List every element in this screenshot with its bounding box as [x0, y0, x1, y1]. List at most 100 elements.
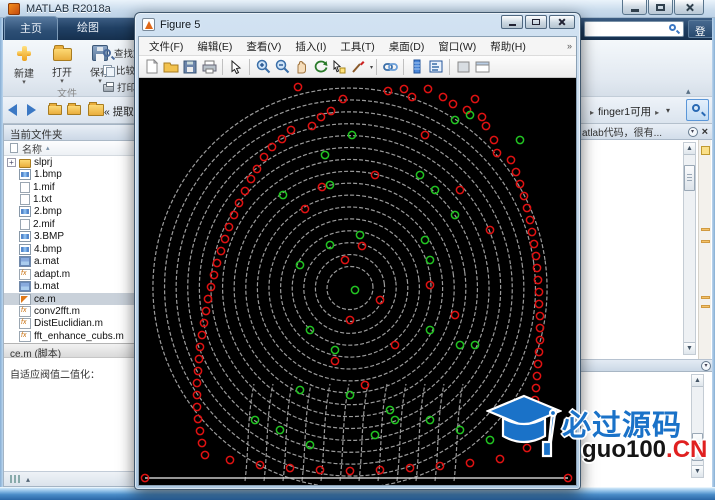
mat-file-icon — [19, 256, 31, 268]
compare-icon — [103, 64, 115, 77]
warning-tick-icon[interactable] — [701, 296, 710, 299]
ribbon-tab-绘图[interactable]: 绘图 — [62, 16, 114, 40]
new-figure-icon[interactable] — [143, 58, 161, 76]
minimize-button[interactable] — [622, 0, 647, 15]
sort-ascending-icon: ▴ — [46, 145, 50, 152]
compare-button[interactable]: 比较 — [103, 62, 135, 77]
editor-tab-close-icon[interactable]: × — [702, 126, 708, 138]
grip-icon — [10, 475, 22, 483]
file-list: + slprj 1.bmp 1.mif 1.txt 2.bmp 2.mif 3.BMP 4.bm… — [4, 156, 134, 343]
file-list-header[interactable]: 名称 ▴ — [4, 141, 134, 156]
edit-plot-icon[interactable] — [227, 58, 245, 76]
panel-menu-icon[interactable]: ▾ — [701, 360, 711, 371]
file-row[interactable]: 4.bmp — [4, 243, 134, 255]
figure-close-button[interactable] — [549, 15, 575, 29]
figure-window[interactable]: Figure 5 文件(F) 编辑(E) 查看(V) 插入(I) 工具(T) 桌面(D) 窗… — [134, 12, 581, 490]
file-row[interactable]: 2.bmp — [4, 206, 134, 218]
file-row[interactable]: conv2fft.m — [4, 305, 134, 317]
message-indicator-icon[interactable] — [701, 146, 710, 155]
hide-plot-tools-icon[interactable] — [454, 58, 472, 76]
editor-pane[interactable]: ▲ ▼ — [580, 140, 712, 359]
file-row[interactable]: 1.txt — [4, 193, 134, 206]
address-search-button[interactable] — [686, 99, 709, 121]
file-name: 2.bmp — [34, 206, 62, 218]
breadcrumb-folder-label[interactable]: finger1可用 — [598, 106, 651, 118]
file-row[interactable]: DistEuclidian.m — [4, 318, 134, 330]
panel-menu-icon[interactable]: ▾ — [687, 126, 698, 137]
link-plot-icon[interactable] — [381, 58, 399, 76]
file-row[interactable]: b.mat — [4, 280, 134, 293]
ribbon-tab-主页[interactable]: 主页 — [4, 16, 58, 40]
file-row[interactable]: 1.mif — [4, 181, 134, 193]
rotate-3d-icon[interactable] — [311, 58, 329, 76]
browse-folder-icon[interactable] — [67, 103, 81, 115]
maximize-button[interactable] — [648, 0, 673, 15]
open-button[interactable]: 打开 ▾ — [44, 44, 80, 86]
file-row[interactable]: 2.mif — [4, 218, 134, 230]
scroll-down-icon[interactable]: ▼ — [684, 342, 695, 354]
brush-icon[interactable]: ▾ — [349, 58, 373, 76]
lower-scroll-thumb[interactable] — [692, 433, 703, 461]
zoom-out-icon[interactable] — [273, 58, 291, 76]
figure-menu-item[interactable]: 桌面(D) — [382, 39, 432, 54]
show-plot-tools-icon[interactable] — [473, 58, 491, 76]
folder-up-icon[interactable] — [48, 103, 62, 115]
figure-maximize-button[interactable] — [525, 15, 547, 29]
file-row[interactable]: 1.bmp — [4, 168, 134, 181]
forward-icon[interactable] — [27, 104, 36, 116]
collapse-toolstrip-icon[interactable]: ▴ — [686, 86, 691, 97]
figure-menu-item[interactable]: 窗口(W) — [431, 39, 483, 54]
brush-dropdown-icon[interactable]: ▾ — [370, 64, 373, 71]
figure-minimize-button[interactable] — [501, 15, 523, 29]
pan-icon[interactable] — [292, 58, 310, 76]
insert-colorbar-icon[interactable] — [408, 58, 426, 76]
lower-pane[interactable]: ▲ ▼ — [580, 372, 712, 487]
file-column-icon — [10, 143, 18, 153]
zoom-in-icon[interactable] — [254, 58, 272, 76]
editor-scrollbar[interactable]: ▲ ▼ — [683, 142, 696, 355]
file-row[interactable]: a.mat — [4, 256, 134, 268]
editor-tab[interactable]: atlab代码，很有... ▾ × — [580, 124, 712, 140]
scroll-up-icon[interactable]: ▲ — [692, 375, 703, 387]
data-cursor-icon[interactable] — [330, 58, 348, 76]
back-icon[interactable] — [8, 104, 17, 116]
figure-menu-item[interactable]: 工具(T) — [333, 39, 381, 54]
file-row[interactable]: 3.BMP — [4, 231, 134, 243]
expand-icon[interactable]: + — [7, 157, 16, 167]
figure-menu-item[interactable]: 插入(I) — [288, 39, 333, 54]
new-button[interactable]: 新建 ▾ — [6, 44, 42, 86]
print-figure-icon[interactable] — [200, 58, 218, 76]
figure-menu-item[interactable]: 帮助(H) — [483, 39, 533, 54]
breadcrumb-right[interactable]: ▸ finger1可用 ▸ — [586, 104, 663, 119]
figure-menu-item[interactable]: 文件(F) — [142, 39, 190, 54]
warning-tick-icon[interactable] — [701, 240, 710, 243]
close-button[interactable] — [674, 0, 704, 15]
save-figure-icon[interactable] — [181, 58, 199, 76]
login-button[interactable]: 登录 — [688, 20, 715, 53]
maximize-icon — [532, 19, 540, 25]
figure-menu-item[interactable]: 查看(V) — [239, 39, 288, 54]
scroll-up-icon[interactable]: ▲ — [684, 143, 695, 155]
find-files-button[interactable]: 查找文件 — [103, 45, 135, 60]
figure-menu-item[interactable]: 编辑(E) — [190, 39, 239, 54]
editor-scroll-thumb[interactable] — [684, 165, 695, 191]
insert-legend-icon[interactable] — [427, 58, 445, 76]
file-row[interactable]: + slprj — [4, 156, 134, 168]
open-file-icon[interactable] — [162, 58, 180, 76]
scroll-down-icon[interactable]: ▼ — [692, 465, 703, 477]
file-name: adapt.m — [34, 268, 71, 280]
figure-titlebar[interactable]: Figure 5 — [138, 13, 577, 36]
lower-scrollbar[interactable]: ▲ ▼ — [691, 374, 704, 478]
file-row[interactable]: adapt.m — [4, 268, 134, 280]
panel-splitter[interactable]: ▾ — [580, 359, 715, 372]
warning-tick-icon[interactable] — [701, 305, 710, 308]
file-row[interactable]: ce.m — [4, 292, 134, 306]
details-expander[interactable]: ▴ — [4, 471, 134, 486]
file-row[interactable]: fft_enhance_cubs.m — [4, 330, 134, 342]
file-detail-title: ce.m (脚本) — [4, 343, 134, 360]
figure-canvas[interactable] — [139, 78, 576, 485]
warning-tick-icon[interactable] — [701, 228, 710, 231]
menu-overflow-icon[interactable]: » — [567, 41, 572, 51]
address-dropdown-icon[interactable]: ▾ — [666, 106, 670, 115]
doc-file-icon — [20, 181, 30, 193]
